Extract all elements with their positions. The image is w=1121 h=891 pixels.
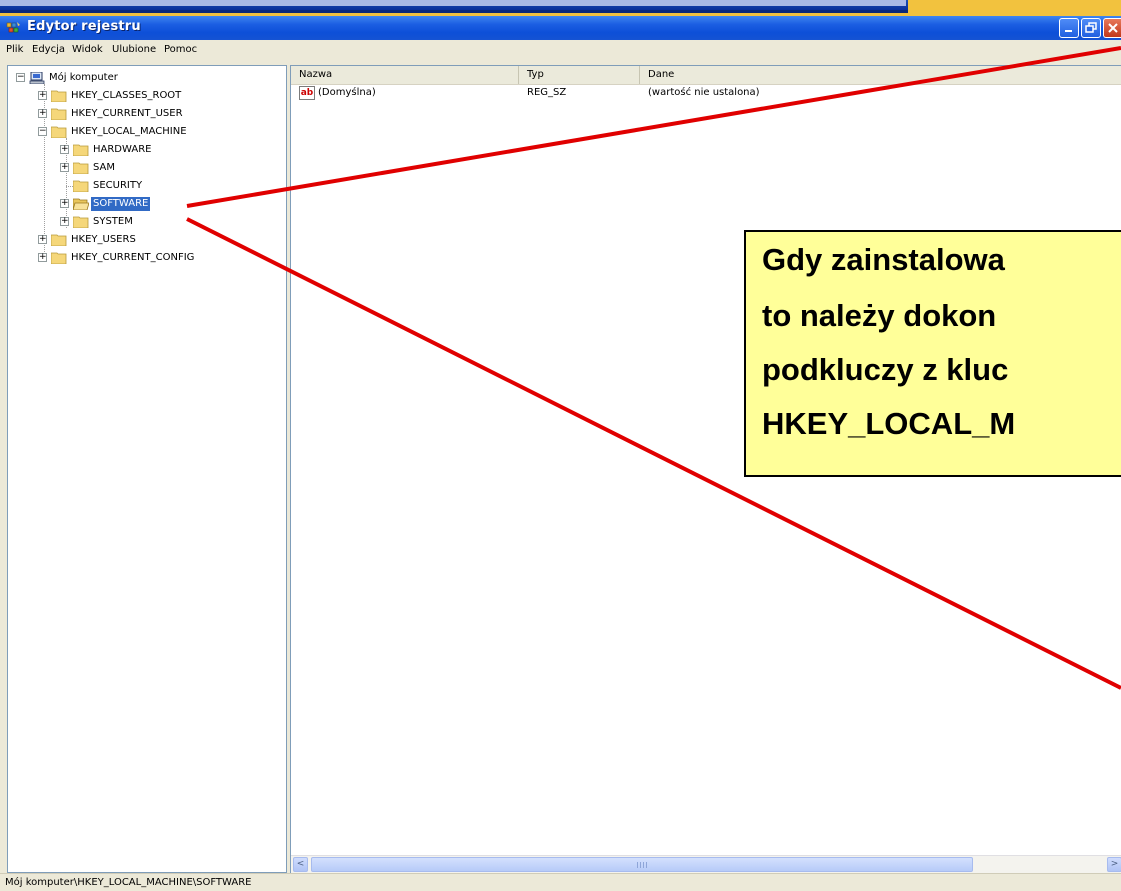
tree-line xyxy=(66,186,73,187)
tree-node-software[interactable]: + SOFTWARE xyxy=(60,196,280,212)
menu-widok[interactable]: Widok xyxy=(72,44,103,55)
value-type: REG_SZ xyxy=(527,87,567,98)
tree-node-label: HKEY_LOCAL_MACHINE xyxy=(71,126,187,137)
folder-icon xyxy=(51,108,67,120)
menu-pomoc[interactable]: Pomoc xyxy=(164,44,197,55)
close-icon xyxy=(1108,23,1118,33)
tree-node-label: SECURITY xyxy=(93,180,143,191)
folder-icon xyxy=(51,126,67,138)
background-strip xyxy=(0,0,1121,16)
tree-node-label: HKEY_USERS xyxy=(71,234,136,245)
folder-icon xyxy=(51,234,67,246)
folder-icon xyxy=(73,162,89,174)
status-bar: Mój komputer\HKEY_LOCAL_MACHINE\SOFTWARE xyxy=(0,873,1121,891)
collapse-icon[interactable]: − xyxy=(38,127,47,136)
tree-root-label: Mój komputer xyxy=(49,72,118,83)
tree-node-sam[interactable]: + SAM xyxy=(60,160,280,176)
expand-icon[interactable]: + xyxy=(38,109,47,118)
value-data: (wartość nie ustalona) xyxy=(648,87,760,98)
column-header-typ[interactable]: Typ xyxy=(519,66,640,84)
folder-icon xyxy=(73,144,89,156)
tree-node-label: HKEY_CURRENT_CONFIG xyxy=(71,252,195,263)
expand-icon[interactable]: + xyxy=(38,91,47,100)
minimize-icon xyxy=(1065,30,1072,32)
folder-icon xyxy=(51,90,67,102)
column-header-nazwa[interactable]: Nazwa xyxy=(291,66,519,84)
annotation-line: podkluczy z kluc xyxy=(762,352,1009,387)
tree-node-root[interactable]: − Mój komputer xyxy=(16,70,276,86)
tree-node-system[interactable]: + SYSTEM xyxy=(60,214,280,230)
annotation-line: to należy dokon xyxy=(762,298,997,333)
tree-node-label: HKEY_CLASSES_ROOT xyxy=(71,90,182,101)
restore-icon xyxy=(1085,22,1097,33)
tree-node-hardware[interactable]: + HARDWARE xyxy=(60,142,280,158)
expand-icon[interactable]: + xyxy=(60,199,69,208)
tree-node-hkey-current-user[interactable]: + HKEY_CURRENT_USER xyxy=(38,106,278,122)
grip-icon xyxy=(637,862,647,868)
column-header-dane[interactable]: Dane xyxy=(640,66,1121,84)
scroll-left-button[interactable]: < xyxy=(293,857,308,872)
value-name: (Domyślna) xyxy=(318,87,376,98)
annotation-line: Gdy zainstalowa xyxy=(762,242,1005,277)
close-button[interactable] xyxy=(1103,18,1121,38)
tree-node-label: HKEY_CURRENT_USER xyxy=(71,108,183,119)
menu-plik[interactable]: Plik xyxy=(6,44,23,55)
scroll-thumb[interactable] xyxy=(311,857,973,872)
tree-node-hkey-local-machine[interactable]: − HKEY_LOCAL_MACHINE xyxy=(38,124,278,140)
tree-node-label: SAM xyxy=(93,162,116,173)
menu-ulubione[interactable]: Ulubione xyxy=(112,44,156,55)
folder-icon xyxy=(73,180,89,192)
expand-icon[interactable]: + xyxy=(38,235,47,244)
string-value-icon: ab xyxy=(299,86,315,100)
title-bar[interactable]: Edytor rejestru xyxy=(0,16,1121,40)
tree-node-hkey-classes-root[interactable]: + HKEY_CLASSES_ROOT xyxy=(38,88,278,104)
open-folder-icon xyxy=(73,198,89,210)
annotation-box: Gdy zainstalowa to należy dokon podklucz… xyxy=(744,230,1121,477)
expand-icon[interactable]: + xyxy=(60,145,69,154)
expand-icon[interactable]: + xyxy=(60,217,69,226)
tree-node-label: HARDWARE xyxy=(93,144,152,155)
previous-window-edge xyxy=(0,0,908,13)
collapse-icon[interactable]: − xyxy=(16,73,25,82)
expand-icon[interactable]: + xyxy=(60,163,69,172)
tree-node-hkey-users[interactable]: + HKEY_USERS xyxy=(38,232,278,248)
menu-edycja[interactable]: Edycja xyxy=(32,44,65,55)
horizontal-scrollbar[interactable]: < > xyxy=(291,855,1121,873)
computer-icon xyxy=(29,72,45,84)
list-item[interactable]: ab (Domyślna) REG_SZ (wartość nie ustalo… xyxy=(291,86,1121,102)
window-title: Edytor rejestru xyxy=(27,19,141,34)
menu-bar: Plik Edycja Widok Ulubione Pomoc xyxy=(0,40,1121,60)
status-path: Mój komputer\HKEY_LOCAL_MACHINE\SOFTWARE xyxy=(5,877,252,888)
tree-node-label: SYSTEM xyxy=(93,216,133,227)
minimize-button[interactable] xyxy=(1059,18,1079,38)
list-header: Nazwa Typ Dane xyxy=(291,66,1121,85)
expand-icon[interactable]: + xyxy=(38,253,47,262)
regedit-icon xyxy=(6,22,20,33)
restore-button[interactable] xyxy=(1081,18,1101,38)
folder-icon xyxy=(73,216,89,228)
tree-node-hkey-current-config[interactable]: + HKEY_CURRENT_CONFIG xyxy=(38,250,278,266)
tree-node-security[interactable]: SECURITY xyxy=(60,178,280,194)
folder-icon xyxy=(51,252,67,264)
annotation-line: HKEY_LOCAL_M xyxy=(762,406,1016,441)
tree-node-label-selected: SOFTWARE xyxy=(91,197,151,211)
key-tree-pane[interactable]: − Mój komputer + HKEY_CLASSES_ROOT + HKE… xyxy=(7,65,287,873)
scroll-right-button[interactable]: > xyxy=(1107,857,1121,872)
